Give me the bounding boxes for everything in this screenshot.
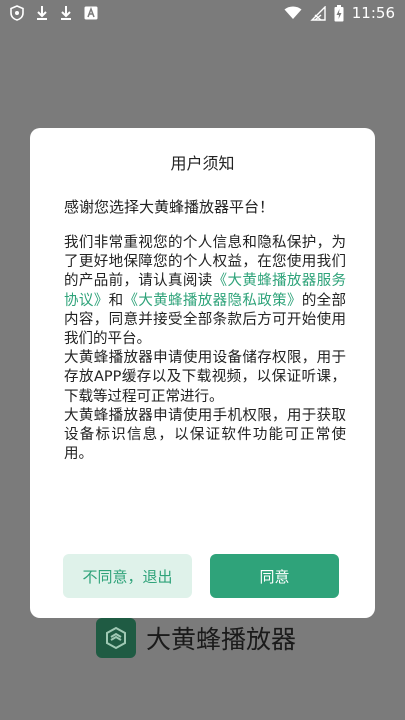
app-a-icon — [84, 6, 98, 20]
signal-icon — [310, 5, 326, 21]
agree-button[interactable]: 同意 — [210, 554, 339, 598]
app-logo-icon — [96, 618, 136, 658]
app-name: 大黄蜂播放器 — [146, 625, 297, 654]
body-text-phone-permission: 大黄蜂播放器申请使用手机权限，用于获取设备标识信息，以保证软件功能可正常使用。 — [64, 407, 346, 463]
dialog-greeting: 感谢您选择大黄蜂播放器平台！ — [64, 198, 275, 216]
user-notice-dialog: 用户须知 感谢您选择大黄蜂播放器平台！ 我们非常重视您的个人信息和隐私保护，为了… — [30, 128, 375, 618]
body-and-text: 和 — [108, 292, 124, 309]
download-icon — [36, 5, 48, 21]
battery-charging-icon — [334, 4, 344, 22]
status-bar-right: 11:56 — [284, 4, 395, 22]
download-icon — [60, 5, 72, 21]
wifi-icon — [284, 6, 302, 20]
privacy-policy-link[interactable]: 《大黄蜂播放器隐私政策》 — [123, 293, 301, 309]
shield-icon — [10, 5, 24, 21]
disagree-exit-button[interactable]: 不同意，退出 — [63, 554, 192, 598]
dialog-body: 我们非常重视您的个人信息和隐私保护，为了更好地保障您的个人权益，在您使用我们的产… — [64, 234, 346, 464]
status-time: 11:56 — [351, 4, 395, 22]
app-brand: 大黄蜂播放器 — [96, 618, 296, 658]
status-bar: 11:56 — [0, 0, 405, 28]
body-text-storage-permission: 大黄蜂播放器申请使用设备储存权限，用于存放APP缓存以及下载视频，以保证听课，下… — [64, 350, 346, 405]
status-bar-left — [10, 5, 98, 21]
dialog-title: 用户须知 — [170, 154, 235, 173]
